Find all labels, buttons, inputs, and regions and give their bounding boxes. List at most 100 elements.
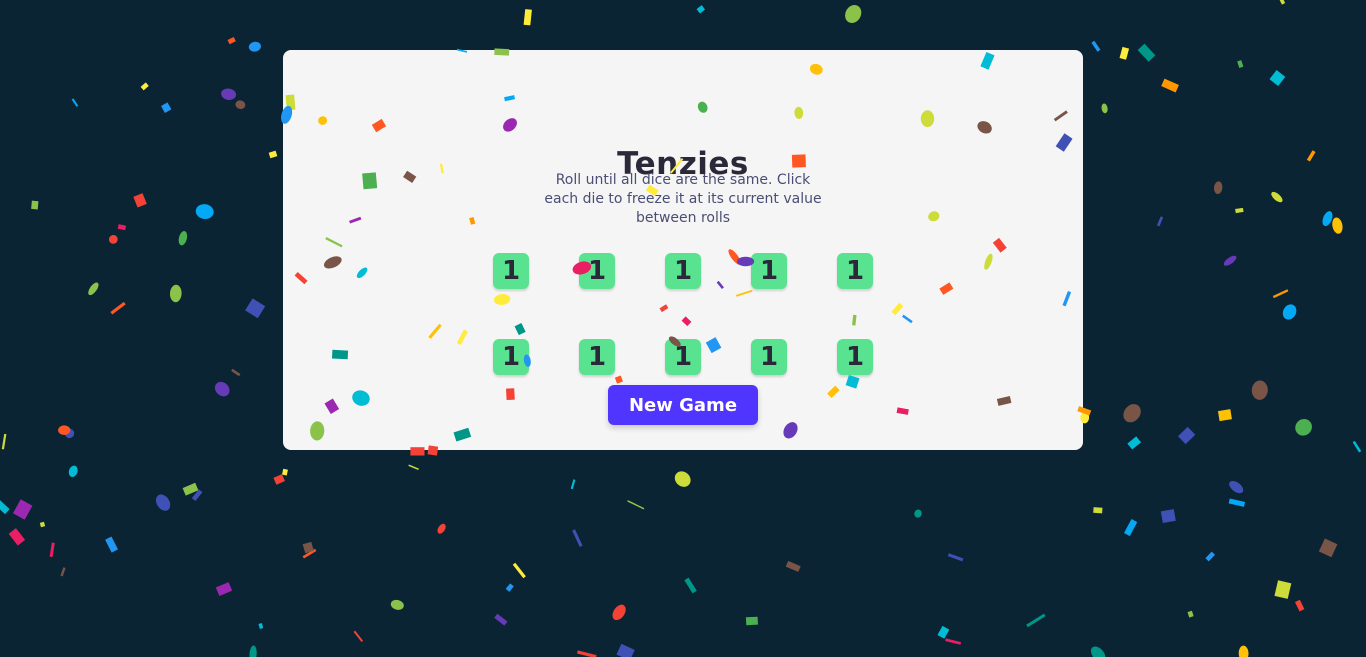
- confetti-square: [273, 474, 285, 485]
- confetti-dot: [845, 4, 862, 24]
- confetti-square: [161, 102, 172, 113]
- confetti-square: [1228, 498, 1246, 507]
- die[interactable]: 1: [579, 253, 615, 289]
- new-game-button[interactable]: New Game: [608, 385, 758, 425]
- confetti-square: [745, 616, 759, 626]
- die[interactable]: 1: [751, 253, 787, 289]
- confetti-dot: [674, 471, 691, 487]
- confetti-square: [1124, 519, 1138, 537]
- confetti-dot: [64, 428, 75, 439]
- confetti-square: [227, 36, 236, 45]
- confetti-square: [1119, 46, 1130, 60]
- confetti-dot: [235, 100, 246, 110]
- die[interactable]: 1: [665, 339, 701, 375]
- confetti-dot: [58, 425, 71, 436]
- confetti-streamer: [231, 368, 241, 377]
- confetti-square: [1269, 70, 1286, 86]
- confetti-dot: [914, 509, 922, 518]
- dice-grid: 1 1 1 1 1 1 1 1 1 1: [493, 253, 873, 375]
- confetti-square: [505, 583, 514, 592]
- confetti-square: [696, 5, 706, 14]
- confetti-dot: [1238, 645, 1249, 657]
- confetti-streamer: [572, 529, 583, 547]
- confetti-streamer: [71, 98, 79, 107]
- confetti-dot: [1213, 181, 1223, 194]
- confetti-square: [1160, 509, 1176, 524]
- confetti-square: [1318, 538, 1338, 558]
- confetti-square: [105, 536, 118, 553]
- confetti-dot: [214, 381, 230, 397]
- confetti-square: [1294, 599, 1305, 612]
- confetti-square: [12, 499, 33, 520]
- die[interactable]: 1: [579, 339, 615, 375]
- confetti-streamer: [577, 650, 597, 657]
- confetti-streamer: [1091, 40, 1101, 52]
- confetti-square: [1137, 43, 1156, 62]
- confetti-square: [140, 82, 149, 91]
- confetti-streamer: [302, 548, 317, 559]
- confetti-dot: [249, 645, 257, 657]
- confetti-dot: [1123, 404, 1141, 423]
- confetti-dot: [1295, 418, 1312, 436]
- confetti-dot: [1229, 480, 1244, 494]
- confetti-square: [1217, 409, 1232, 422]
- confetti-square: [31, 200, 39, 210]
- confetti-dot: [195, 204, 214, 220]
- confetti-streamer: [353, 630, 364, 643]
- confetti-streamer: [49, 542, 55, 558]
- confetti-square: [39, 521, 46, 528]
- confetti-square: [1279, 0, 1286, 5]
- die[interactable]: 1: [751, 339, 787, 375]
- die[interactable]: 1: [837, 253, 873, 289]
- confetti-dot: [1332, 217, 1343, 234]
- confetti-dot: [248, 41, 261, 52]
- confetti-dot: [178, 231, 188, 246]
- confetti-streamer: [945, 638, 962, 645]
- confetti-dot: [68, 465, 78, 477]
- confetti-streamer: [408, 464, 419, 471]
- confetti-streamer: [1156, 216, 1164, 227]
- confetti-streamer: [627, 500, 645, 510]
- die[interactable]: 1: [493, 339, 529, 375]
- game-instructions: Roll until all dice are the same. Click …: [544, 172, 822, 226]
- confetti-streamer: [1, 433, 7, 450]
- confetti-dot: [1251, 380, 1268, 400]
- confetti-dot: [108, 234, 118, 244]
- confetti-square: [245, 298, 266, 319]
- confetti-dot: [1322, 211, 1333, 227]
- confetti-square: [268, 150, 278, 159]
- confetti-dot: [1271, 191, 1283, 203]
- confetti-streamer: [1306, 150, 1316, 162]
- confetti-streamer: [110, 301, 126, 315]
- confetti-dot: [612, 604, 626, 621]
- confetti-square: [1093, 507, 1103, 514]
- confetti-dot: [1090, 646, 1106, 657]
- confetti-square: [684, 577, 697, 594]
- confetti-square: [785, 560, 801, 572]
- confetti-square: [494, 613, 508, 626]
- confetti-streamer: [1127, 414, 1136, 419]
- app-background: Tenzies Roll until all dice are the same…: [0, 0, 1366, 657]
- confetti-dot: [1282, 304, 1297, 320]
- confetti-square: [1187, 610, 1194, 618]
- confetti-square: [182, 482, 199, 496]
- confetti-streamer: [570, 479, 576, 490]
- game-card: Tenzies Roll until all dice are the same…: [283, 50, 1083, 450]
- confetti-square: [1235, 207, 1244, 214]
- die[interactable]: 1: [665, 253, 701, 289]
- confetti-dot: [155, 494, 171, 511]
- confetti-dot: [169, 284, 182, 303]
- die[interactable]: 1: [493, 253, 529, 289]
- confetti-square: [0, 498, 10, 515]
- confetti-dot: [1101, 103, 1108, 114]
- die[interactable]: 1: [837, 339, 873, 375]
- confetti-square: [282, 468, 288, 476]
- confetti-dot: [1223, 255, 1237, 266]
- confetti-square: [616, 643, 635, 657]
- confetti-streamer: [60, 567, 66, 577]
- confetti-square: [133, 193, 147, 208]
- confetti-square: [258, 623, 264, 629]
- confetti-streamer: [1026, 613, 1046, 628]
- confetti-square: [8, 528, 26, 546]
- confetti-square: [1127, 436, 1142, 450]
